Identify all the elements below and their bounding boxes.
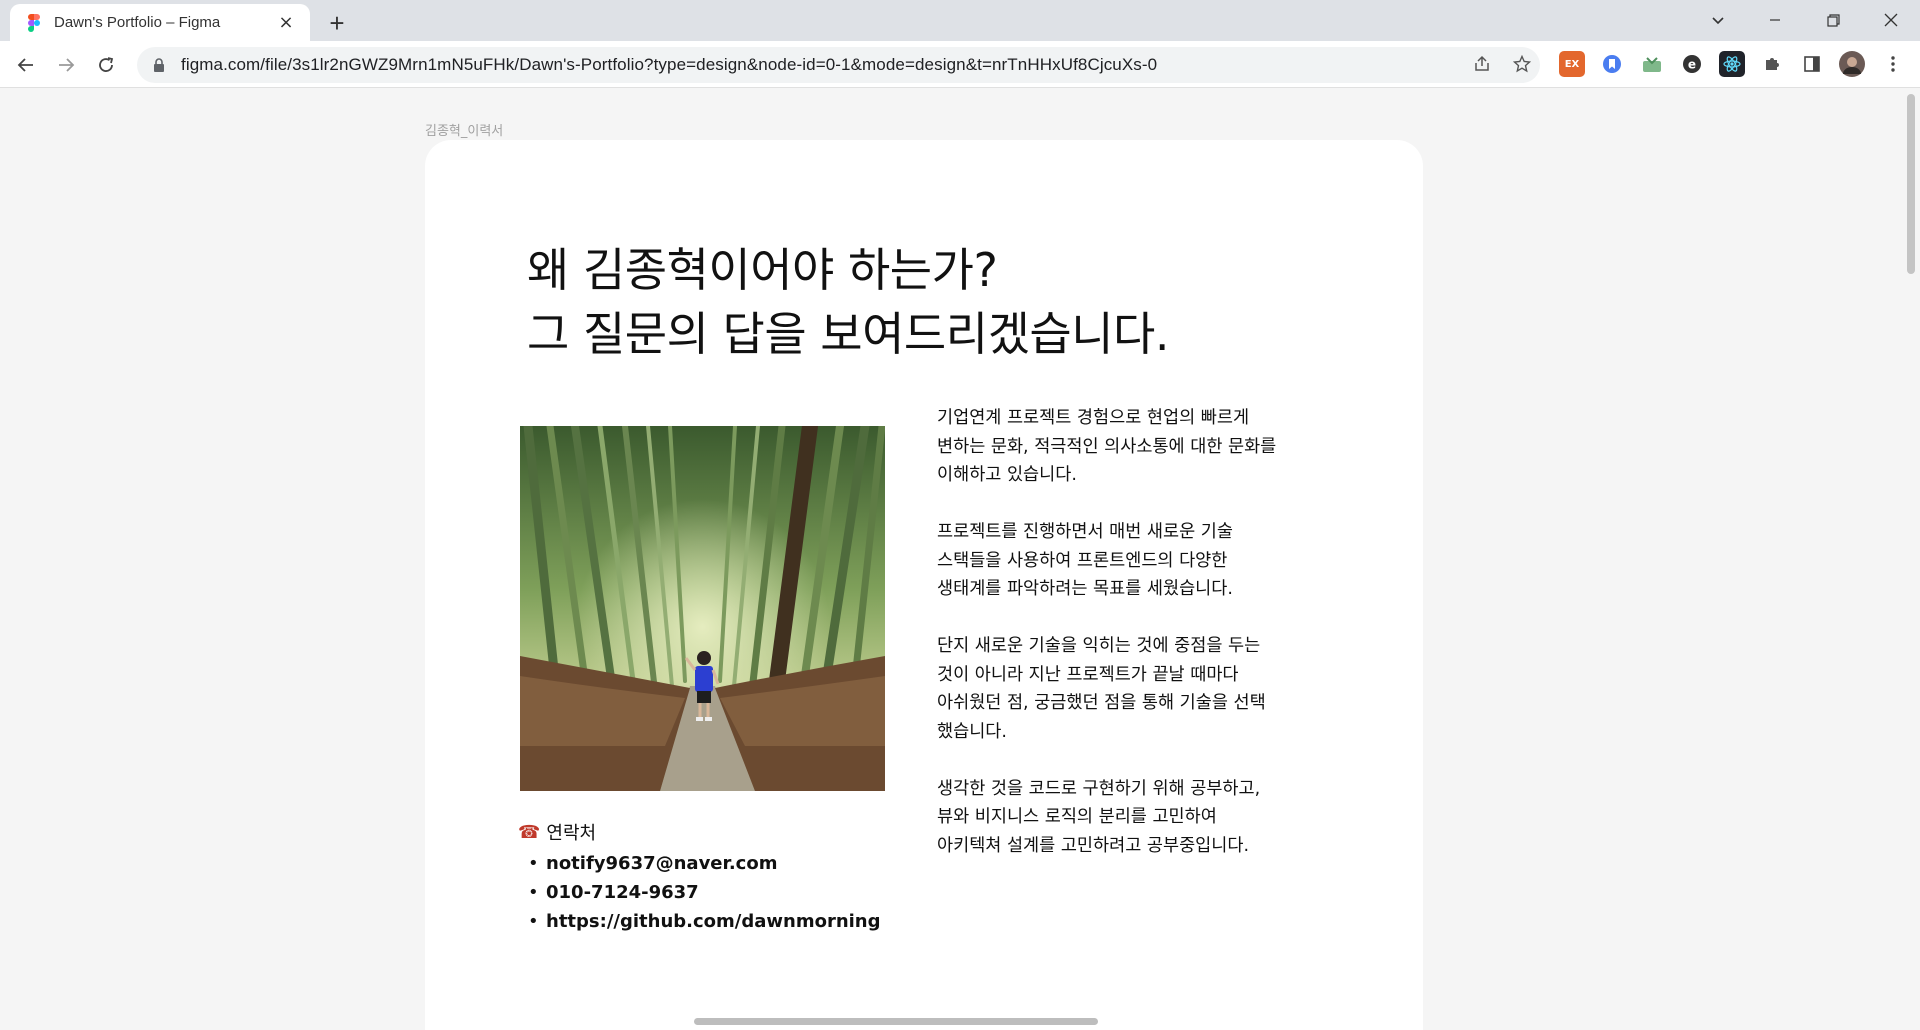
url-text: figma.com/file/3s1lr2nGWZ9Mrn1mN5uFHk/Da… <box>181 55 1158 74</box>
menu-icon[interactable] <box>1880 51 1906 77</box>
active-tab[interactable]: Dawn's Portfolio – Figma × <box>10 4 310 41</box>
headline-line-1: 왜 김종혁이어야 하는가? <box>527 243 998 297</box>
lock-icon[interactable] <box>151 57 167 73</box>
ex-extension-icon[interactable]: EX <box>1559 51 1585 77</box>
contact-item-email: • notify9637@naver.com <box>528 853 778 874</box>
contact-item-github: • https://github.com/dawnmorning <box>528 911 881 932</box>
intro-paragraph: 생각한 것을 코드로 구현하기 위해 공부하고, 뷰와 비지니스 로직의 분리를… <box>937 778 1261 856</box>
intro-paragraph: 단지 새로운 기술을 익히는 것에 중점을 두는 것이 아니라 지난 프로젝트가… <box>937 636 1266 742</box>
bookmark-star-icon[interactable] <box>1507 49 1537 79</box>
contact-github: https://github.com/dawnmorning <box>546 911 881 932</box>
figma-icon <box>26 13 42 32</box>
reload-icon[interactable] <box>90 49 122 81</box>
horizontal-scrollbar[interactable] <box>694 1018 1098 1025</box>
new-tab-button[interactable]: + <box>322 8 352 38</box>
react-devtools-icon[interactable] <box>1719 51 1745 77</box>
vertical-scrollbar[interactable] <box>1907 94 1915 274</box>
profile-avatar[interactable] <box>1839 51 1865 77</box>
back-icon[interactable] <box>10 49 42 81</box>
resume-frame[interactable]: 왜 김종혁이어야 하는가? 그 질문의 답을 보여드리겠습니다. ☎ 연락처 •… <box>425 140 1423 1030</box>
tab-bar: Dawn's Portfolio – Figma × + <box>0 0 1920 41</box>
contact-title: ☎ 연락처 <box>518 819 881 845</box>
contact-item-phone: • 010-7124-9637 <box>528 882 699 903</box>
svg-text:e: e <box>1688 58 1696 72</box>
inbox-extension-icon[interactable] <box>1639 51 1665 77</box>
tab-title: Dawn's Portfolio – Figma <box>54 14 221 31</box>
intro-text: 기업연계 프로젝트 경험으로 현업의 빠르게 변하는 문화, 적극적인 의사소통… <box>937 404 1357 889</box>
intro-paragraph: 프로젝트를 진행하면서 매번 새로운 기술 스택들을 사용하여 프론트엔드의 다… <box>937 522 1233 599</box>
close-window-icon[interactable] <box>1866 0 1916 40</box>
browser-toolbar: figma.com/file/3s1lr2nGWZ9Mrn1mN5uFHk/Da… <box>0 41 1920 88</box>
restore-icon[interactable] <box>1808 0 1858 40</box>
address-bar[interactable]: figma.com/file/3s1lr2nGWZ9Mrn1mN5uFHk/Da… <box>137 47 1540 83</box>
profile-photo <box>520 426 885 791</box>
contact-phone: 010-7124-9637 <box>546 882 699 903</box>
puzzle-icon[interactable] <box>1759 51 1785 77</box>
headline: 왜 김종혁이어야 하는가? 그 질문의 답을 보여드리겠습니다. <box>527 238 1169 366</box>
tab-search-icon[interactable] <box>1693 0 1743 40</box>
figma-canvas[interactable]: 김종혁_이력서 왜 김종혁이어야 하는가? 그 질문의 답을 보여드리겠습니다. <box>0 88 1920 1030</box>
telephone-icon: ☎ <box>518 821 541 843</box>
g-extension-icon[interactable]: e <box>1679 51 1705 77</box>
close-tab-icon[interactable]: × <box>274 11 298 35</box>
minimize-icon[interactable] <box>1750 0 1800 40</box>
forward-icon[interactable] <box>50 49 82 81</box>
contact-section: ☎ 연락처 • notify9637@naver.com • 010-7124-96… <box>518 819 881 936</box>
contact-list: • notify9637@naver.com • 010-7124-9637 • ht… <box>518 849 881 936</box>
intro-paragraph: 기업연계 프로젝트 경험으로 현업의 빠르게 변하는 문화, 적극적인 의사소통… <box>937 408 1277 485</box>
headline-line-2: 그 질문의 답을 보여드리겠습니다. <box>527 307 1169 361</box>
sidepanel-icon[interactable] <box>1799 51 1825 77</box>
share-icon[interactable] <box>1467 49 1497 79</box>
contact-email: notify9637@naver.com <box>546 853 778 874</box>
contact-title-label: 연락처 <box>546 823 597 844</box>
frame-label[interactable]: 김종혁_이력서 <box>425 120 503 139</box>
bookmark-extension-icon[interactable] <box>1599 51 1625 77</box>
